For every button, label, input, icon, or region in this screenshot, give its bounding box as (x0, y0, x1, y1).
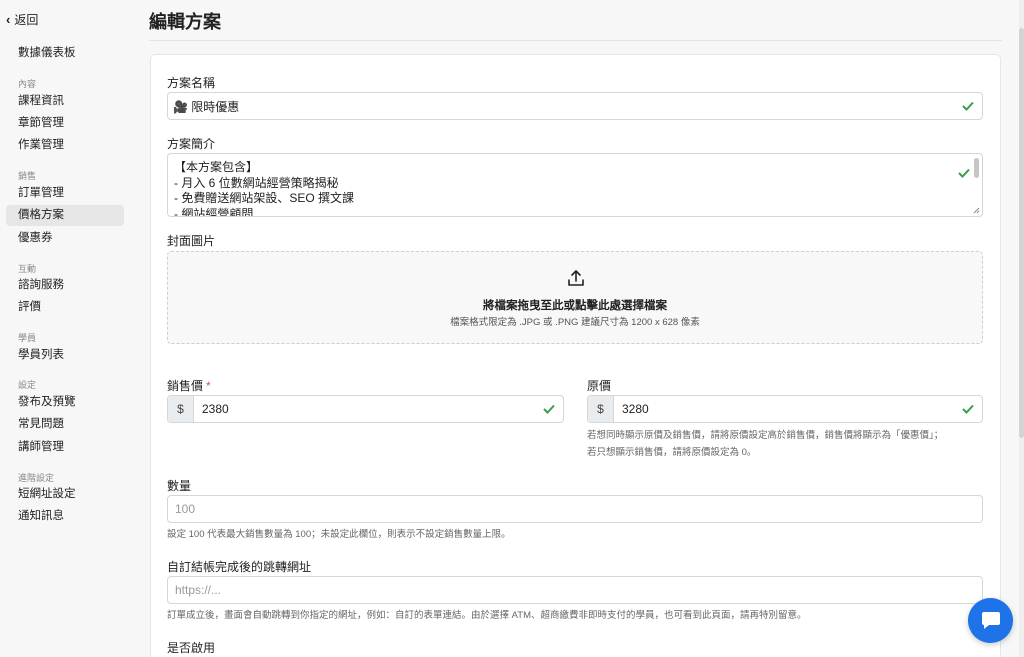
sidebar-item-dashboard[interactable]: 數據儀表板 (6, 43, 124, 64)
valid-check-icon (543, 404, 555, 414)
cover-dropzone[interactable]: 將檔案拖曳至此或點擊此處選擇檔案 檔案格式限定為 .JPG 或 .PNG 建議尺… (167, 251, 983, 344)
section-content: 內容 (18, 79, 37, 89)
back-button[interactable]: ‹ 返回 (6, 11, 38, 28)
currency-addon: $ (588, 396, 614, 422)
sidebar-item-faq[interactable]: 常見問題 (6, 414, 124, 435)
section-advanced: 進階設定 (18, 473, 55, 483)
sidebar-item-consult[interactable]: 諮詢服務 (6, 275, 124, 296)
back-label: 返回 (14, 13, 39, 27)
sidebar-item-orders[interactable]: 訂單管理 (6, 183, 124, 204)
page-scrollbar[interactable] (1019, 0, 1024, 657)
enabled-label: 是否啟用 (167, 641, 216, 655)
sale-price-value: 2380 (202, 402, 229, 416)
section-sales: 銷售 (18, 171, 37, 181)
summary-text: 【本方案包含】 - 月入 6 位數網站經營策略揭秘 - 免費贈送網站架設、SEO… (174, 160, 355, 217)
page-title: 編輯方案 (149, 12, 221, 32)
resize-handle-icon[interactable] (973, 207, 980, 214)
redirect-placeholder: https://... (175, 583, 222, 597)
summary-textarea[interactable]: 【本方案包含】 - 月入 6 位數網站經營策略揭秘 - 免費贈送網站架設、SEO… (167, 153, 983, 217)
sidebar-item-coupons[interactable]: 優惠券 (6, 228, 124, 249)
quantity-input[interactable]: 100 (167, 495, 983, 523)
redirect-help: 訂單成立後，畫面會自動跳轉到你指定的網址，例如：自訂的表單連結。由於選擇 ATM… (167, 610, 807, 621)
valid-check-icon (958, 168, 970, 178)
sale-price-input[interactable]: $ 2380 (167, 395, 564, 423)
sidebar-item-instructors[interactable]: 講師管理 (6, 437, 124, 458)
sale-price-label: 銷售價 * (167, 377, 211, 394)
title-divider (149, 40, 1002, 41)
section-settings: 設定 (18, 380, 37, 390)
original-price-label: 原價 (587, 379, 612, 393)
currency-addon: $ (168, 396, 194, 422)
section-students: 學員 (18, 333, 37, 343)
sidebar-item-chapters[interactable]: 章節管理 (6, 113, 124, 134)
quantity-placeholder: 100 (175, 502, 196, 516)
section-interaction: 互動 (18, 264, 37, 274)
original-price-value: 3280 (622, 402, 649, 416)
sidebar-item-assignments[interactable]: 作業管理 (6, 135, 124, 156)
sidebar-item-pricing[interactable]: 價格方案 (6, 205, 124, 226)
sidebar: ‹ 返回 數據儀表板 內容 課程資訊 章節管理 作業管理 銷售 訂單管理 價格方… (0, 0, 130, 657)
chevron-left-icon: ‹ (6, 12, 11, 27)
redirect-url-input[interactable]: https://... (167, 576, 983, 604)
original-price-help-2: 若只想顯示銷售價，請將原價設定為 0。 (587, 447, 757, 458)
valid-check-icon (962, 404, 974, 414)
plan-name-input[interactable]: 🎥 限時優惠 (167, 92, 983, 120)
dropzone-hint: 檔案格式限定為 .JPG 或 .PNG 建議尺寸為 1200 x 628 像素 (450, 317, 700, 328)
original-price-input[interactable]: $ 3280 (587, 395, 983, 423)
quantity-help: 設定 100 代表最大銷售數量為 100；未設定此欄位，則表示不設定銷售數量上限… (167, 529, 511, 540)
required-mark: * (206, 379, 211, 393)
chat-icon (981, 611, 1000, 629)
plan-name-label: 方案名稱 (167, 76, 216, 90)
cover-label: 封面圖片 (167, 234, 216, 248)
sidebar-item-reviews[interactable]: 評價 (6, 297, 124, 318)
original-price-help-1: 若想同時顯示原價及銷售價，請將原價設定高於銷售價，銷售價將顯示為「優惠價」； (587, 430, 944, 441)
page-scrollbar-thumb[interactable] (1019, 28, 1024, 438)
redirect-label: 自訂結帳完成後的跳轉網址 (167, 560, 312, 574)
sidebar-item-student-list[interactable]: 學員列表 (6, 345, 124, 366)
sidebar-item-short-url[interactable]: 短網址設定 (6, 484, 124, 505)
sidebar-item-publish[interactable]: 發布及預覽 (6, 392, 124, 413)
chat-button[interactable] (968, 598, 1013, 643)
sale-price-label-text: 銷售價 (167, 379, 204, 393)
summary-label: 方案簡介 (167, 137, 216, 151)
textarea-scrollbar[interactable] (974, 158, 979, 178)
quantity-label: 數量 (167, 479, 192, 493)
dropzone-title: 將檔案拖曳至此或點擊此處選擇檔案 (483, 300, 667, 312)
sidebar-item-course-info[interactable]: 課程資訊 (6, 91, 124, 112)
upload-icon (568, 270, 584, 286)
sidebar-item-notifications[interactable]: 通知訊息 (6, 506, 124, 527)
valid-check-icon (962, 101, 974, 111)
plan-name-value: 🎥 限時優惠 (173, 99, 240, 114)
